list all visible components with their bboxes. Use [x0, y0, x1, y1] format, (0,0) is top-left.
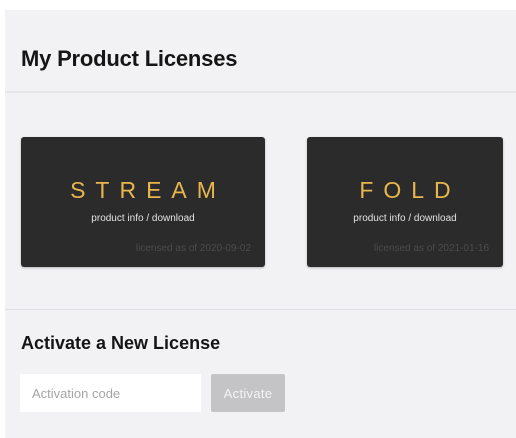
- license-date: licensed as of 2020-09-02: [135, 243, 251, 254]
- license-card-stream[interactable]: STREAM product info / download licensed …: [21, 137, 265, 267]
- activate-license-heading: Activate a New License: [21, 333, 221, 353]
- section-divider: [5, 309, 516, 310]
- product-name: STREAM: [70, 177, 226, 203]
- page-title: My Product Licenses: [21, 46, 238, 71]
- activate-button[interactable]: Activate: [211, 374, 285, 412]
- product-name: FOLD: [359, 177, 461, 203]
- license-card-fold[interactable]: FOLD product info / download licensed as…: [307, 137, 503, 267]
- product-info-download-link[interactable]: product info / download: [21, 213, 265, 224]
- product-info-download-link[interactable]: product info / download: [307, 213, 503, 224]
- page-header: My Product Licenses: [5, 10, 516, 93]
- activation-code-input[interactable]: [20, 374, 201, 412]
- licenses-panel: My Product Licenses STREAM product info …: [5, 10, 516, 438]
- license-date: licensed as of 2021-01-16: [373, 243, 489, 254]
